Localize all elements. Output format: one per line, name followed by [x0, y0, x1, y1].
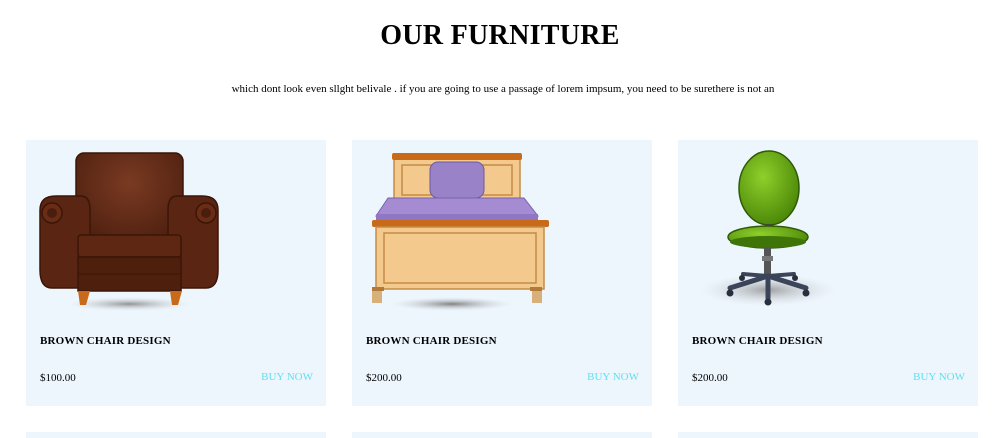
bed-image: [372, 153, 549, 311]
product-card-next-row: [26, 432, 326, 438]
product-price: $200.00: [692, 372, 728, 384]
product-card-next-row: [352, 432, 652, 438]
product-card-next-row: [678, 432, 978, 438]
product-title: BROWN CHAIR DESIGN: [366, 335, 497, 347]
buy-now-link[interactable]: BUY NOW: [261, 371, 313, 383]
buy-now-link[interactable]: BUY NOW: [913, 371, 965, 383]
product-card: BROWN CHAIR DESIGN $200.00 BUY NOW: [678, 140, 978, 406]
product-title: BROWN CHAIR DESIGN: [692, 335, 823, 347]
buy-now-link[interactable]: BUY NOW: [587, 371, 639, 383]
product-card: BROWN CHAIR DESIGN $100.00 BUY NOW: [26, 140, 326, 406]
product-card: BROWN CHAIR DESIGN $200.00 BUY NOW: [352, 140, 652, 406]
product-title: BROWN CHAIR DESIGN: [40, 335, 171, 347]
product-price: $100.00: [40, 372, 76, 384]
section-heading: OUR FURNITURE: [380, 20, 620, 51]
office-chair-image: [700, 150, 836, 306]
section-subtitle: which dont look even sllght belivale . i…: [231, 83, 775, 95]
armchair-image: [39, 152, 219, 311]
furniture-section: OUR FURNITURE which dont look even sllgh…: [0, 0, 1000, 438]
product-price: $200.00: [366, 372, 402, 384]
